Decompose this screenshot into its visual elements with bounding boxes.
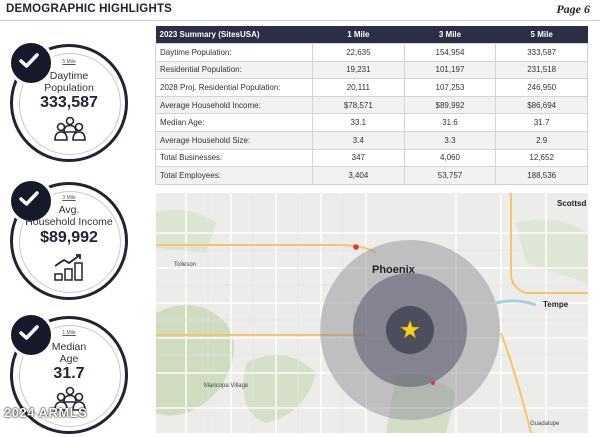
table-row: Total Employees: 3,404 53,757 188,536 bbox=[155, 166, 588, 185]
stat-label: Median Age bbox=[51, 341, 87, 365]
table-row: Total Businesses: 347 4,060 12,652 bbox=[155, 148, 588, 168]
money-growth-icon bbox=[52, 252, 86, 287]
map-canvas bbox=[156, 193, 588, 433]
people-group-icon bbox=[54, 116, 86, 147]
table-row: Average Household Size: 3.4 3.3 2.9 bbox=[155, 130, 588, 150]
stat-radius: 3 Mile bbox=[62, 195, 76, 201]
radius-map[interactable]: Phoenix Tempe Scottsd Tolleson Maricopa … bbox=[156, 193, 588, 433]
watermark: 2024 ARMLS bbox=[4, 405, 88, 420]
page-number: Page 6 bbox=[556, 2, 590, 16]
table-header: 1 Mile bbox=[312, 26, 405, 44]
stat-value: 31.7 bbox=[53, 365, 85, 382]
demographic-summary-table: 2023 Summary (SitesUSA) 1 Mile 3 Mile 5 … bbox=[155, 26, 588, 185]
stat-avg-household-income: 3 Mile Avg. Household Income $89,992 bbox=[8, 178, 130, 302]
table-header: 3 Mile bbox=[404, 26, 496, 44]
stat-daytime-population: 5 Mile Daytime Population 333,587 bbox=[8, 40, 130, 164]
map-label-scottsdale: Scottsd bbox=[557, 199, 587, 208]
map-label-tolleson: Tolleson bbox=[174, 262, 197, 268]
map-label-tempe: Tempe bbox=[543, 300, 569, 309]
stat-radius: 5 Mile bbox=[62, 59, 76, 65]
table-header: 5 Mile bbox=[495, 26, 588, 44]
table-row: Residential Population: 19,231 101,197 231,… bbox=[155, 60, 588, 80]
map-label-phoenix: Phoenix bbox=[372, 264, 415, 276]
stat-label: Daytime Population bbox=[44, 70, 94, 94]
table-header: 2023 Summary (SitesUSA) bbox=[155, 26, 313, 44]
header-divider bbox=[0, 20, 600, 21]
table-row: 2028 Proj. Residential Population: 20,111… bbox=[155, 78, 588, 97]
stat-value: 333,587 bbox=[40, 94, 98, 111]
page-title: DEMOGRAPHIC HIGHLIGHTS bbox=[6, 3, 173, 15]
table-header-row: 2023 Summary (SitesUSA) 1 Mile 3 Mile 5 … bbox=[155, 26, 588, 44]
table-row: Median Age: 33.1 31.6 31.7 bbox=[155, 113, 588, 132]
map-label-guadalupe: Guadalupe bbox=[530, 421, 560, 427]
table-row: Daytime Population: 22,635 154,954 333,587 bbox=[155, 43, 588, 62]
stat-value: $89,992 bbox=[40, 229, 98, 246]
map-label-maricopa-village: Maricopa Village bbox=[204, 383, 249, 389]
stat-label: Avg. Household Income bbox=[25, 204, 113, 228]
table-row: Average Household Income: $78,571 $89,992 $… bbox=[155, 95, 588, 115]
stat-radius: 1 Mile bbox=[62, 330, 76, 336]
page-header: DEMOGRAPHIC HIGHLIGHTS Page 6 bbox=[0, 0, 600, 20]
